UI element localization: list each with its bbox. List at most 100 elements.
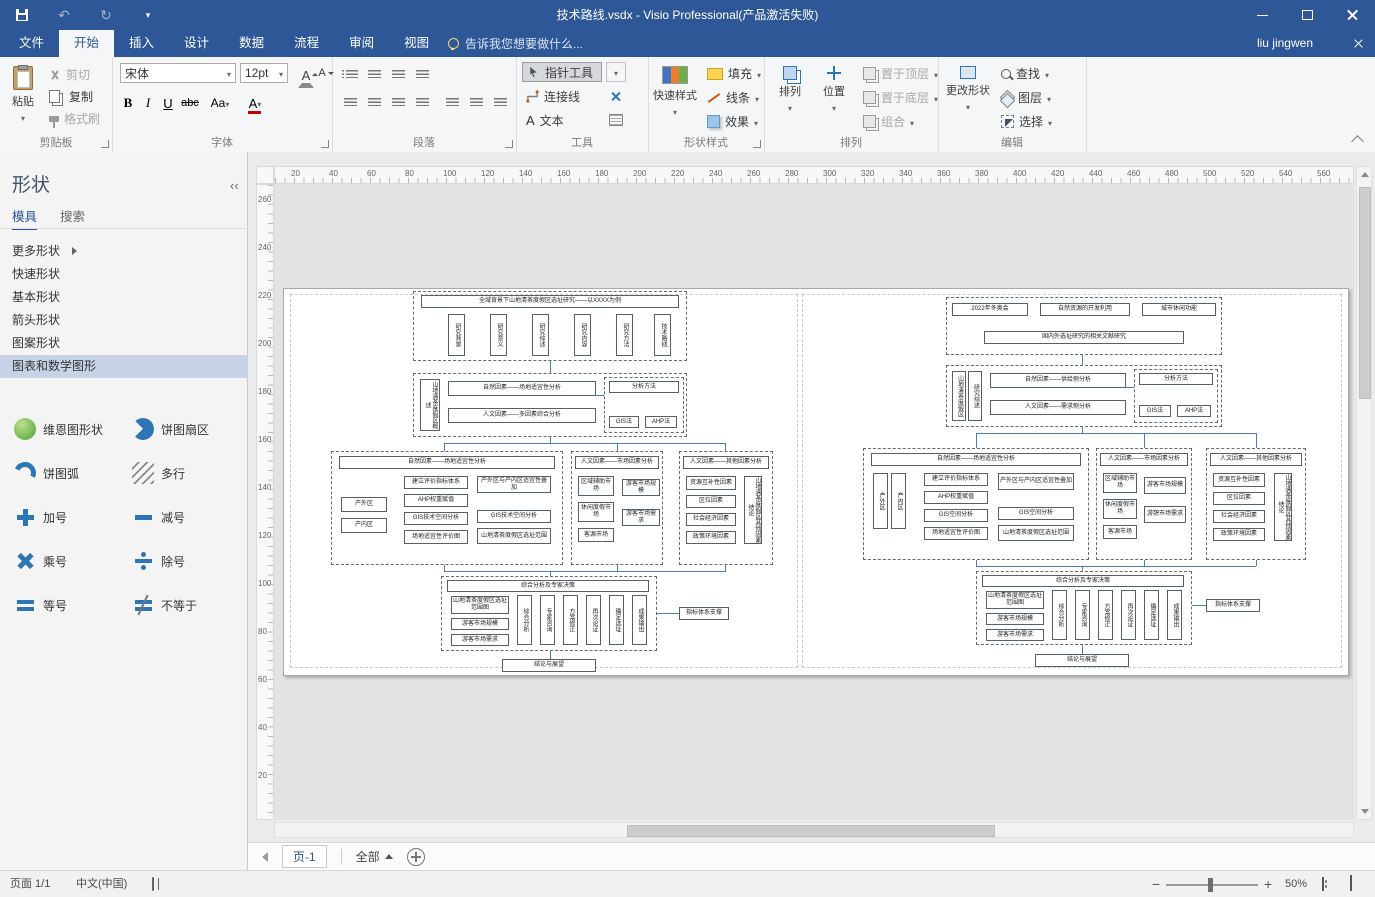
connection-point-tool-button[interactable] <box>606 86 626 106</box>
diagram-box[interactable]: 人文因素——市场因素分析 <box>1100 453 1188 466</box>
diagram-box[interactable]: 游客市场规模 <box>451 618 509 630</box>
quick-styles-button[interactable]: 快速样式 <box>652 62 698 132</box>
shrink-font-button[interactable]: A <box>312 63 332 83</box>
diagram-vbox[interactable]: 技术路线 <box>654 314 671 356</box>
diagram-vbox[interactable]: 方案修正 <box>563 595 578 645</box>
diagram-vbox[interactable]: 研究内容 <box>574 314 591 356</box>
horizontal-scrollbar[interactable] <box>274 822 1354 838</box>
stencil-item[interactable]: 更多形状 <box>0 240 248 263</box>
font-color-button[interactable]: A <box>242 93 268 113</box>
tell-me-box[interactable]: 告诉我您想要做什么... <box>448 30 583 57</box>
collapse-ribbon-icon[interactable] <box>1351 135 1364 148</box>
diagram-vbox[interactable]: 产内区 <box>891 473 906 529</box>
diagram-box[interactable]: 人文因素——其他因素分析 <box>1210 453 1302 466</box>
stencil-shape-minus[interactable]: 减号 <box>132 506 244 528</box>
diagram-box[interactable]: 指标体系支撑 <box>1206 599 1260 612</box>
zoom-thumb[interactable] <box>1208 878 1213 892</box>
diagram-box[interactable]: 自然因素——场地适宜性分析 <box>339 456 555 469</box>
redo-button[interactable]: ↻ <box>96 5 116 25</box>
vertical-scrollbar[interactable] <box>1356 166 1372 820</box>
pointer-tool-dropdown[interactable] <box>606 62 626 82</box>
diagram-box[interactable]: 区位因素 <box>1213 492 1265 505</box>
ribbon-tab-流程[interactable]: 流程 <box>279 30 334 57</box>
find-button[interactable]: 查找 <box>998 64 1052 83</box>
all-pages-button[interactable]: 全部 <box>356 848 393 865</box>
bring-to-front-button[interactable]: 置于顶层 <box>860 64 941 83</box>
text-block-tool-button[interactable] <box>606 110 626 130</box>
qat-customize-button[interactable]: ▾ <box>138 5 158 25</box>
stencil-shape-divide[interactable]: 除号 <box>132 550 244 572</box>
bold-button[interactable]: B <box>118 93 138 113</box>
page-indicator[interactable]: 页面 1/1 <box>10 871 50 897</box>
underline-button[interactable]: U <box>158 93 178 113</box>
diagram-box[interactable]: 山地清茶度假区选址范围 <box>998 525 1074 541</box>
diagram-vbox[interactable]: 研究意义 <box>490 314 507 356</box>
justify-button[interactable] <box>412 93 432 113</box>
diagram-box[interactable]: 游客市场规模 <box>986 613 1044 625</box>
ribbon-tab-插入[interactable]: 插入 <box>114 30 169 57</box>
diagram-box[interactable]: 结论与展望 <box>1035 654 1129 667</box>
diagram-vbox[interactable]: 成果输出 <box>632 595 647 645</box>
diagram-box[interactable]: 游客市场需求 <box>622 509 660 526</box>
diagram-vbox[interactable]: 成果输出 <box>1167 590 1182 640</box>
diagram-box[interactable]: GIS技术空间分析 <box>477 510 551 523</box>
diagram-vbox[interactable]: 确定选址 <box>609 595 624 645</box>
diagram-box[interactable]: 结论与展望 <box>502 659 596 672</box>
diagram-vbox[interactable]: 山地清茶度假区其他因素结论 <box>744 476 762 544</box>
group-shapes-button[interactable]: 组合 <box>860 112 917 131</box>
ribbon-tab-开始[interactable]: 开始 <box>59 30 114 57</box>
diagram-vbox[interactable]: 专家咨询 <box>540 595 555 645</box>
text-direction-button[interactable] <box>490 93 510 113</box>
ribbon-tab-文件[interactable]: 文件 <box>4 30 59 57</box>
diagram-box[interactable]: 产外区与产内区适宜性叠加 <box>477 476 551 493</box>
align-center-button[interactable] <box>364 93 384 113</box>
diagram-box[interactable]: 休闲度假市场 <box>578 502 614 522</box>
scroll-down-icon[interactable] <box>1361 809 1369 814</box>
diagram-vbox[interactable]: 研究背景 <box>448 314 465 356</box>
zoom-level[interactable]: 50% <box>1285 871 1307 897</box>
diagram-box[interactable]: 自然因素——供给侧分析 <box>990 373 1126 388</box>
diagram-vbox[interactable]: 再次论证 <box>586 595 601 645</box>
diagram-box[interactable]: 区位因素 <box>686 495 736 508</box>
diagram-box[interactable]: 游客市场规模 <box>1144 477 1186 494</box>
diagram-box[interactable]: 指标体系支撑 <box>679 607 729 620</box>
minimize-button[interactable] <box>1240 0 1285 30</box>
language-indicator[interactable]: 中文(中国) <box>76 871 127 897</box>
drawing-viewport[interactable]: 全域背景下山地清茶度假区选址研究——以XXXX为例研究背景研究意义研究综述研究内… <box>274 184 1354 820</box>
stencil-shape-multi-line[interactable]: 多行 <box>132 462 244 484</box>
close-icon-small[interactable] <box>1352 37 1365 50</box>
diagram-vbox[interactable]: 研究综述 <box>532 314 549 356</box>
format-painter-button[interactable]: 格式刷 <box>46 109 103 128</box>
effects-button[interactable]: 效果 <box>704 112 761 131</box>
maximize-button[interactable] <box>1285 0 1330 30</box>
close-button[interactable] <box>1330 0 1375 30</box>
diagram-box[interactable]: AHP法 <box>645 416 677 428</box>
align-top-button[interactable] <box>364 65 384 85</box>
zoom-slider[interactable] <box>1166 871 1258 897</box>
diagram-box[interactable]: 社会经济因素 <box>686 513 736 526</box>
stencil-shape-venn-circle[interactable]: 维恩图形状 <box>14 418 126 440</box>
copy-button[interactable]: 复制 <box>46 87 96 106</box>
select-button[interactable]: 选择 <box>998 112 1055 131</box>
diagram-box[interactable]: 产外区与产内区适宜性叠加 <box>998 473 1074 490</box>
stencil-item[interactable]: 基本形状 <box>0 286 248 309</box>
diagram-box[interactable]: 政策环境因素 <box>686 531 736 544</box>
diagram-box[interactable]: 分析方法 <box>609 381 679 393</box>
diagram-box[interactable]: GIS法 <box>1139 405 1171 417</box>
diagram-vbox[interactable]: 确定选址 <box>1144 590 1159 640</box>
stencil-item[interactable]: 箭头形状 <box>0 309 248 332</box>
ribbon-tab-审阅[interactable]: 审阅 <box>334 30 389 57</box>
diagram-box[interactable]: 休闲度假市场 <box>1103 499 1137 519</box>
change-case-button[interactable]: Aa <box>206 93 234 113</box>
diagram-box[interactable]: 产内区 <box>341 518 387 533</box>
diagram-box[interactable]: 城市休闲功能 <box>1142 303 1216 316</box>
bullets-button[interactable] <box>340 65 360 85</box>
user-name[interactable]: liu jingwen <box>1257 30 1313 57</box>
text-tool-button[interactable]: A 文本 <box>522 110 588 130</box>
diagram-box[interactable]: 建立评价指标体系 <box>924 473 988 486</box>
page-tab[interactable]: 页-1 <box>282 845 327 868</box>
fit-page-button[interactable] <box>1322 871 1324 897</box>
layers-button[interactable]: 图层 <box>998 88 1054 107</box>
diagram-box[interactable]: 自然因素——场地适宜性分析 <box>448 381 596 396</box>
diagram-box[interactable]: 区域辅助市场 <box>578 476 614 496</box>
